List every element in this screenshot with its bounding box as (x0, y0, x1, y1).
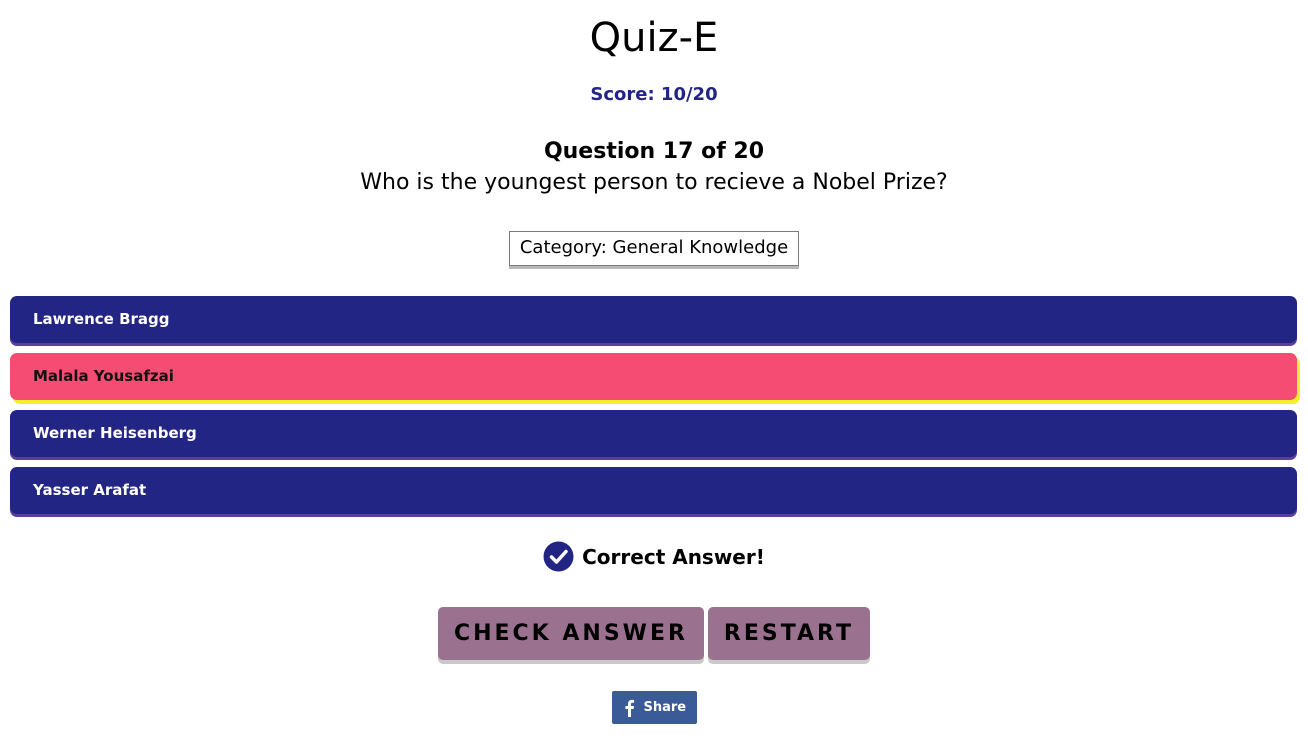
answer-option-2[interactable]: Malala Yousafzai (10, 353, 1297, 400)
answer-option-4[interactable]: Yasser Arafat (10, 467, 1297, 514)
share-label: Share (643, 700, 687, 715)
check-answer-button[interactable]: CHECK ANSWER (437, 607, 704, 660)
question-text: Who is the youngest person to recieve a … (360, 170, 948, 195)
feedback-text: Correct Answer! (582, 545, 765, 569)
facebook-icon (622, 697, 636, 717)
check-circle-icon (543, 541, 574, 572)
app-title: Quiz-E (589, 15, 719, 61)
answer-feedback: Correct Answer! (0, 541, 1308, 574)
share-container: Share (0, 691, 1308, 724)
answer-option-3[interactable]: Werner Heisenberg (10, 410, 1297, 457)
category-container: Category: General Knowledge (0, 231, 1308, 266)
score-display: Score: 10/20 (590, 84, 718, 105)
question-number: Question 17 of 20 (543, 139, 765, 164)
answer-list: Lawrence Bragg Malala Yousafzai Werner H… (10, 296, 1297, 524)
restart-button[interactable]: RESTART (707, 607, 871, 660)
facebook-share-button[interactable]: Share (611, 691, 697, 724)
category-badge: Category: General Knowledge (508, 231, 800, 266)
action-buttons: CHECK ANSWER RESTART (0, 607, 1308, 660)
answer-option-1[interactable]: Lawrence Bragg (10, 296, 1297, 343)
quiz-page: Quiz-E Score: 10/20 Question 17 of 20 Wh… (0, 0, 1308, 749)
